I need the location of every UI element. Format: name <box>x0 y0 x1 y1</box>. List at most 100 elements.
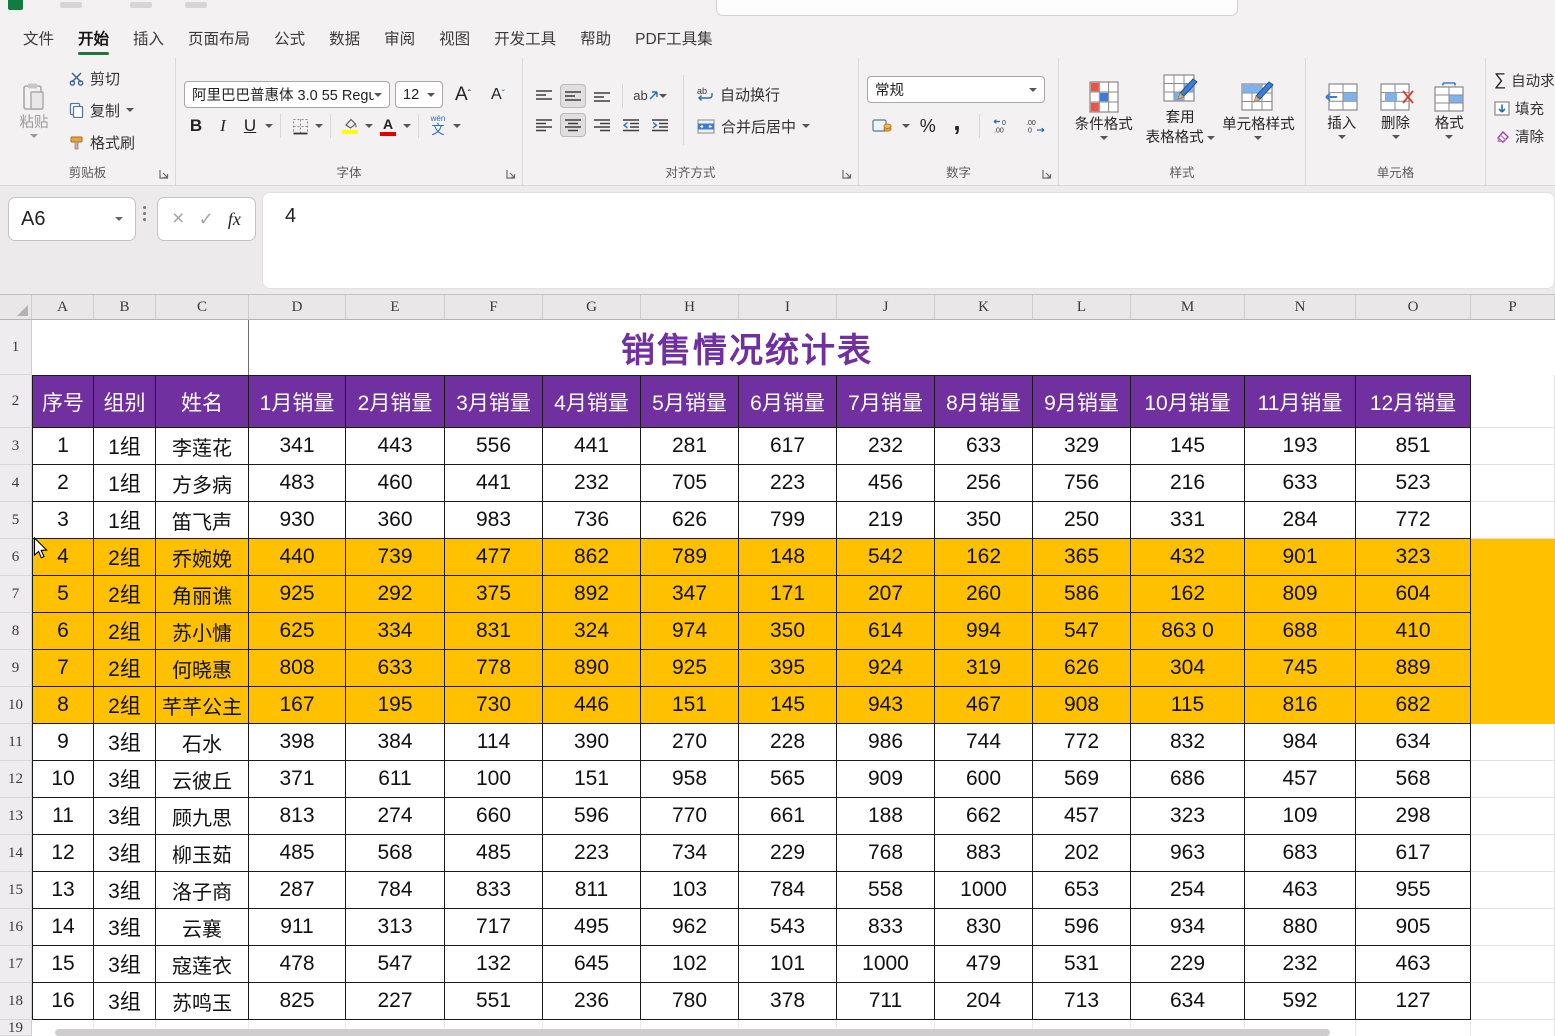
cell-J9[interactable]: 924 <box>837 650 935 687</box>
cell-L17[interactable]: 531 <box>1033 946 1131 983</box>
cell-H11[interactable]: 270 <box>641 724 739 761</box>
cell-K14[interactable]: 883 <box>935 835 1033 872</box>
conditional-formatting-button[interactable]: 条件格式 <box>1067 80 1140 141</box>
cell-E7[interactable]: 292 <box>346 576 445 613</box>
cell-M4[interactable]: 216 <box>1131 465 1245 502</box>
paste-button[interactable]: 粘贴 <box>8 82 60 139</box>
cell-D15[interactable]: 287 <box>249 872 346 909</box>
cell-L4[interactable]: 756 <box>1033 465 1131 502</box>
quick-access-icon[interactable] <box>185 2 207 8</box>
cell-J14[interactable]: 768 <box>837 835 935 872</box>
cell-A12[interactable]: 10 <box>32 761 94 798</box>
delete-cells-button[interactable]: 删除 <box>1370 81 1422 140</box>
header-cell-O2[interactable]: 12月销量 <box>1356 375 1471 428</box>
decrease-indent-button[interactable] <box>618 113 644 137</box>
cell-P2[interactable] <box>1471 375 1555 428</box>
cell-C3[interactable]: 李莲花 <box>156 428 249 465</box>
chevron-down-icon[interactable] <box>453 124 461 128</box>
cell-I3[interactable]: 617 <box>739 428 837 465</box>
cell-F4[interactable]: 441 <box>445 465 543 502</box>
cell-A15[interactable]: 13 <box>32 872 94 909</box>
cell-G3[interactable]: 441 <box>543 428 641 465</box>
cell-E17[interactable]: 547 <box>346 946 445 983</box>
cell-J15[interactable]: 558 <box>837 872 935 909</box>
cell-J8[interactable]: 614 <box>837 613 935 650</box>
cell-M5[interactable]: 331 <box>1131 502 1245 539</box>
cell-I18[interactable]: 378 <box>739 983 837 1020</box>
cell-N18[interactable]: 592 <box>1245 983 1356 1020</box>
bold-button[interactable]: B <box>184 113 208 139</box>
row-header-6[interactable]: 6 <box>0 539 32 576</box>
cell-J13[interactable]: 188 <box>837 798 935 835</box>
cell-L15[interactable]: 653 <box>1033 872 1131 909</box>
align-center-button[interactable] <box>560 113 586 137</box>
cell-H6[interactable]: 789 <box>641 539 739 576</box>
cell-I8[interactable]: 350 <box>739 613 837 650</box>
cell-L5[interactable]: 250 <box>1033 502 1131 539</box>
chevron-down-icon[interactable] <box>403 124 411 128</box>
cell-G15[interactable]: 811 <box>543 872 641 909</box>
autosum-button[interactable]: ∑ 自动求和 <box>1494 67 1555 93</box>
cell-C11[interactable]: 石水 <box>156 724 249 761</box>
cell-I13[interactable]: 661 <box>739 798 837 835</box>
cell-D6[interactable]: 440 <box>249 539 346 576</box>
cell-D8[interactable]: 625 <box>249 613 346 650</box>
fill-color-button[interactable] <box>338 113 362 139</box>
cell-A3[interactable]: 1 <box>32 428 94 465</box>
header-cell-K2[interactable]: 8月销量 <box>935 375 1033 428</box>
column-header-E[interactable]: E <box>346 295 445 319</box>
cell-F11[interactable]: 114 <box>445 724 543 761</box>
select-all-corner[interactable] <box>0 295 32 319</box>
header-cell-A2[interactable]: 序号 <box>32 375 94 428</box>
dialog-launcher-icon[interactable] <box>1041 168 1053 180</box>
cell-K12[interactable]: 600 <box>935 761 1033 798</box>
cell-E18[interactable]: 227 <box>346 983 445 1020</box>
cell-G5[interactable]: 736 <box>543 502 641 539</box>
column-header-G[interactable]: G <box>543 295 641 319</box>
row-header-7[interactable]: 7 <box>0 576 32 613</box>
cell-J18[interactable]: 711 <box>837 983 935 1020</box>
column-header-N[interactable]: N <box>1245 295 1356 319</box>
cell-K17[interactable]: 479 <box>935 946 1033 983</box>
cell-M8[interactable]: 863 0 <box>1131 613 1245 650</box>
cell-N7[interactable]: 809 <box>1245 576 1356 613</box>
cell-D18[interactable]: 825 <box>249 983 346 1020</box>
row-header-19[interactable]: 19 <box>0 1020 32 1036</box>
column-header-H[interactable]: H <box>641 295 739 319</box>
cell-E16[interactable]: 313 <box>346 909 445 946</box>
cell-O13[interactable]: 298 <box>1356 798 1471 835</box>
cell-L12[interactable]: 569 <box>1033 761 1131 798</box>
cell-I12[interactable]: 565 <box>739 761 837 798</box>
cell-N6[interactable]: 901 <box>1245 539 1356 576</box>
cell-H4[interactable]: 705 <box>641 465 739 502</box>
font-size-combobox[interactable]: 12 <box>395 81 443 108</box>
column-header-C[interactable]: C <box>156 295 249 319</box>
cell-P4[interactable] <box>1471 465 1555 502</box>
row-header-13[interactable]: 13 <box>0 798 32 835</box>
cell-H10[interactable]: 151 <box>641 687 739 724</box>
cell-F14[interactable]: 485 <box>445 835 543 872</box>
cell-J17[interactable]: 1000 <box>837 946 935 983</box>
cell-A17[interactable]: 15 <box>32 946 94 983</box>
cell-L3[interactable]: 329 <box>1033 428 1131 465</box>
cell-D10[interactable]: 167 <box>249 687 346 724</box>
cell-P8[interactable] <box>1471 613 1555 650</box>
cell-P7[interactable] <box>1471 576 1555 613</box>
clear-button[interactable]: 清除 <box>1494 123 1555 149</box>
cell-F9[interactable]: 778 <box>445 650 543 687</box>
cell-N4[interactable]: 633 <box>1245 465 1356 502</box>
fill-button[interactable]: 填充 <box>1494 95 1555 121</box>
italic-button[interactable]: I <box>211 113 235 139</box>
cell-D17[interactable]: 478 <box>249 946 346 983</box>
cell-N13[interactable]: 109 <box>1245 798 1356 835</box>
cell-E15[interactable]: 784 <box>346 872 445 909</box>
cell-O8[interactable]: 410 <box>1356 613 1471 650</box>
cell-E10[interactable]: 195 <box>346 687 445 724</box>
quick-access-icon[interactable] <box>60 2 82 8</box>
cell-I9[interactable]: 395 <box>739 650 837 687</box>
column-header-M[interactable]: M <box>1131 295 1245 319</box>
tab-developer[interactable]: 开发工具 <box>482 18 568 58</box>
cell-M9[interactable]: 304 <box>1131 650 1245 687</box>
column-header-K[interactable]: K <box>935 295 1033 319</box>
cell-C13[interactable]: 顾九思 <box>156 798 249 835</box>
